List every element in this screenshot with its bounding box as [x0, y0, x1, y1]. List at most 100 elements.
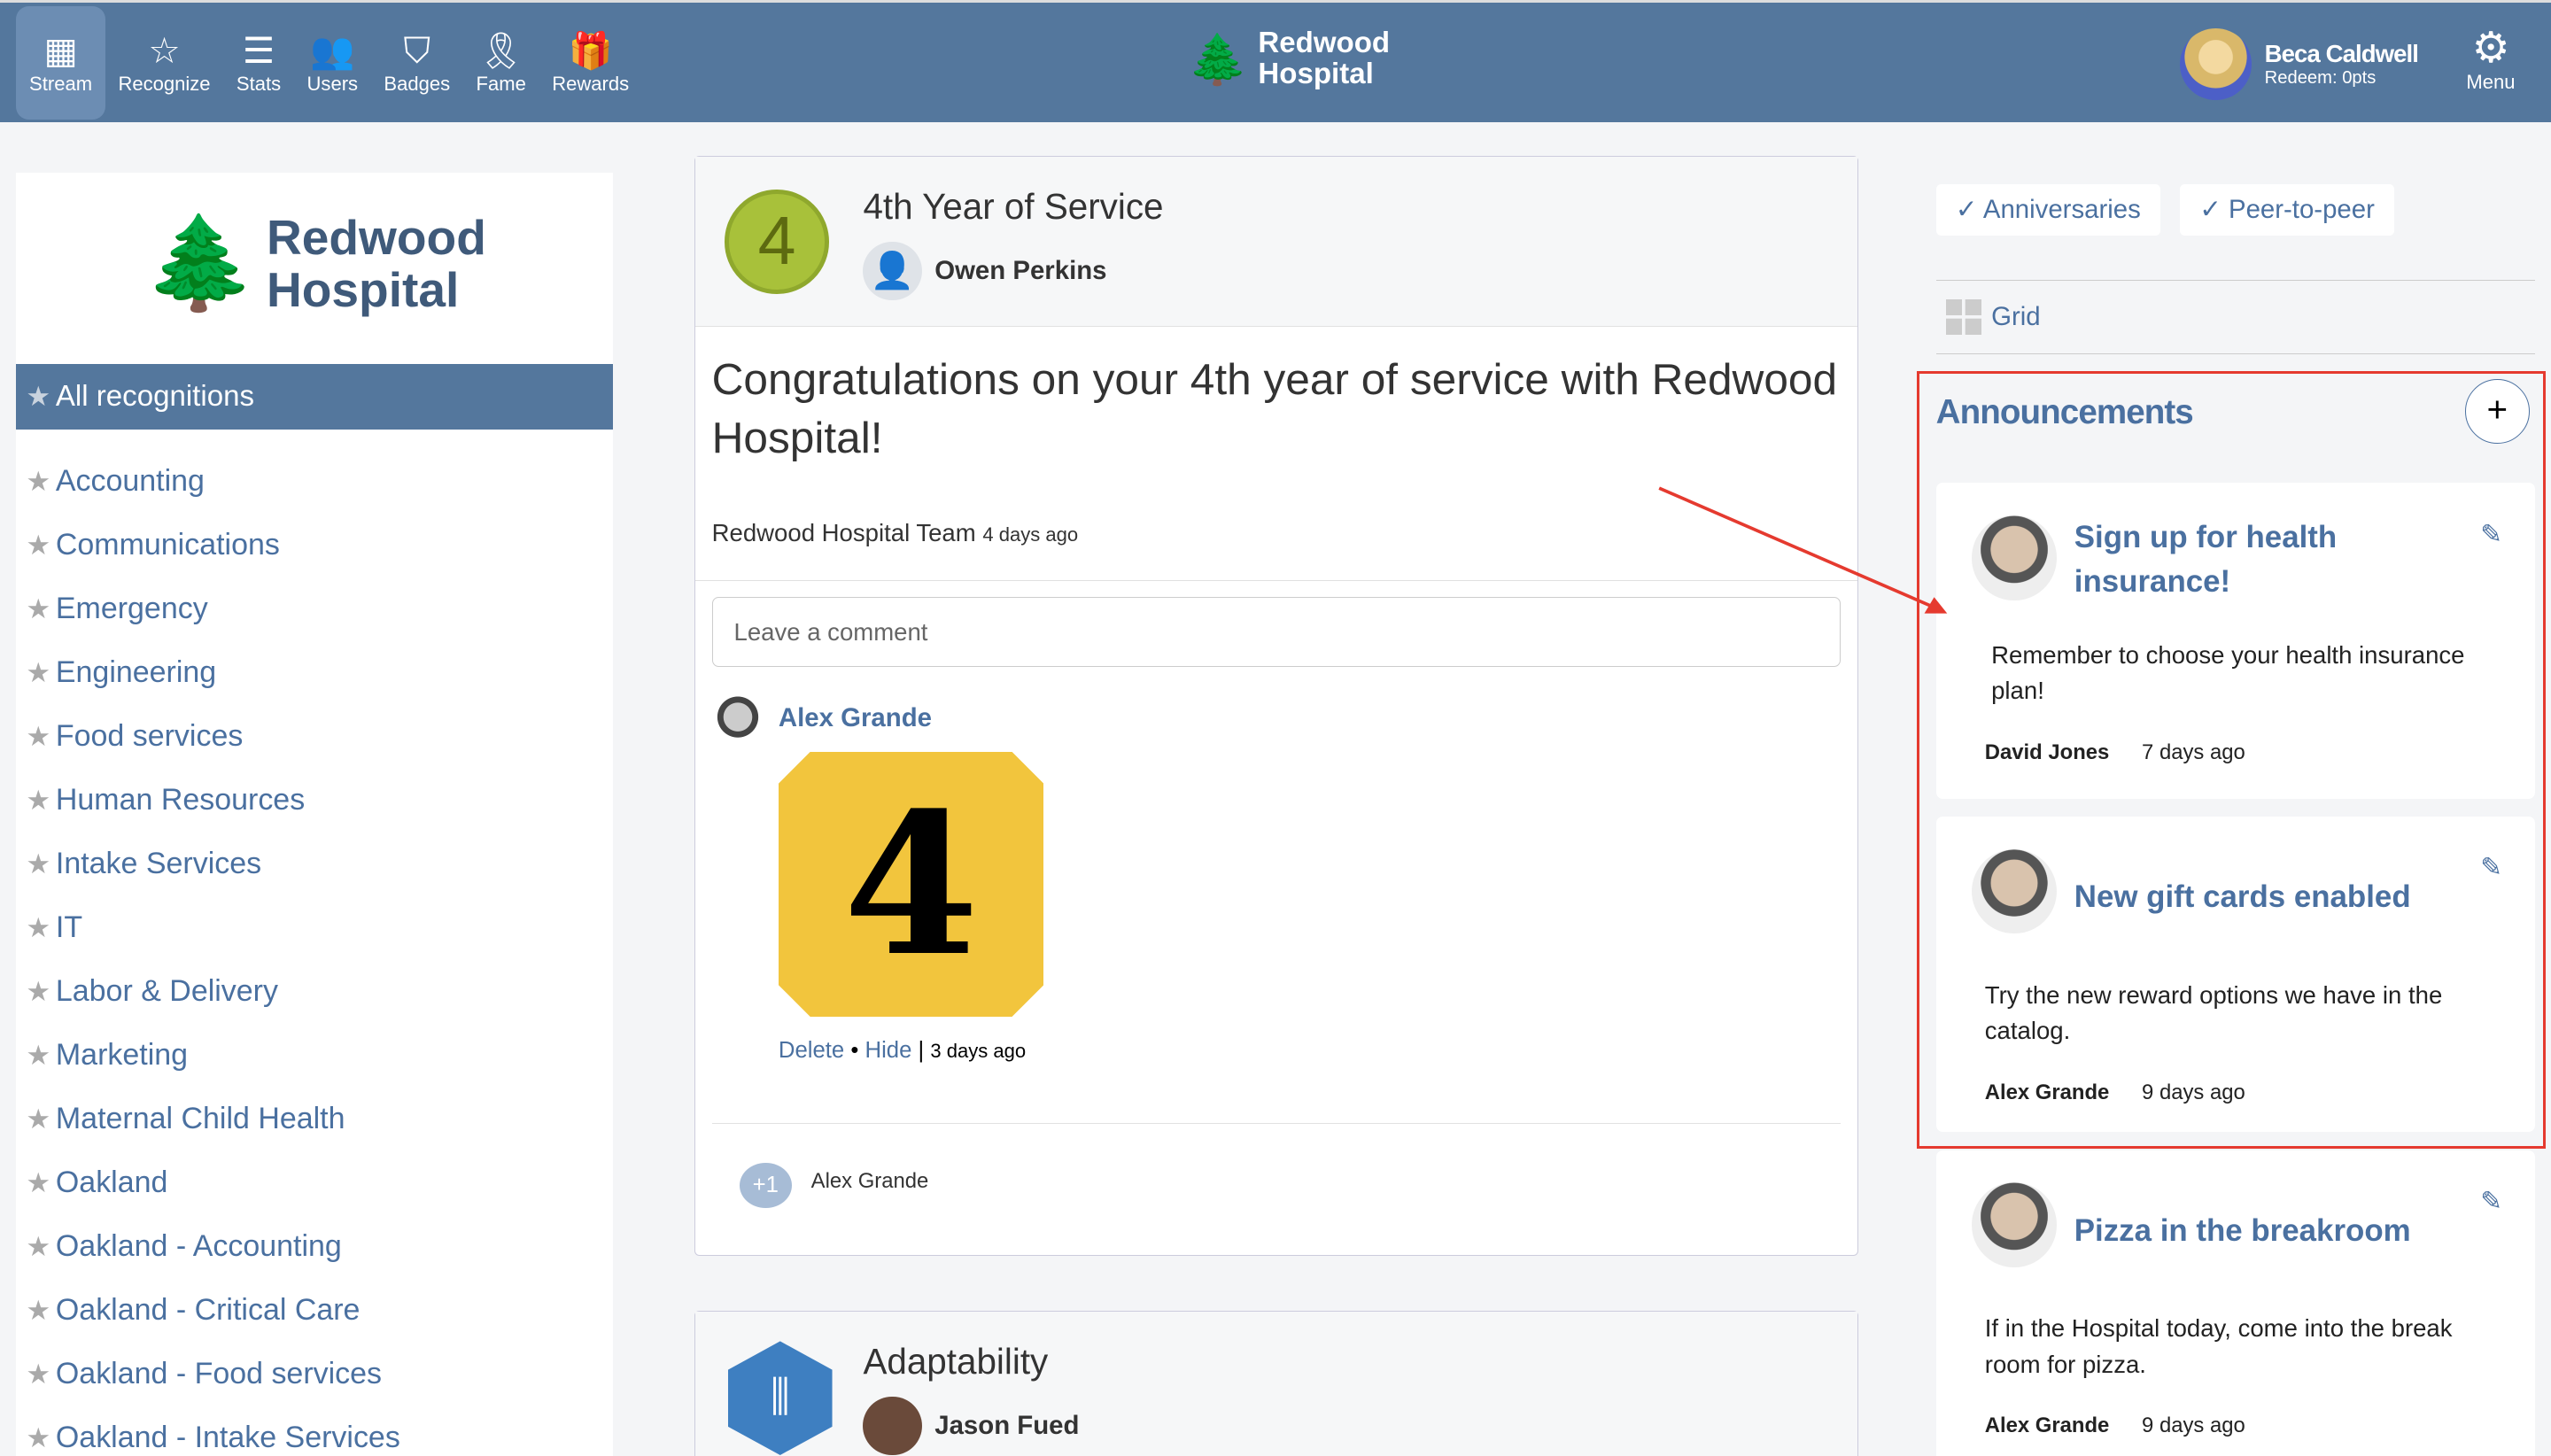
- sidebar-item-label: Oakland - Critical Care: [56, 1293, 361, 1327]
- sidebar-item[interactable]: ★Oakland - Food services: [16, 1342, 613, 1406]
- sidebar-item-label: Engineering: [56, 655, 216, 689]
- shield-icon: ⛉: [404, 30, 430, 73]
- author-avatar: [1972, 1182, 2057, 1267]
- star-icon: ★: [26, 1359, 50, 1390]
- sidebar-item[interactable]: ★Oakland - Intake Services: [16, 1406, 613, 1456]
- star-icon: ★: [26, 1104, 50, 1135]
- delete-link[interactable]: Delete: [779, 1038, 844, 1063]
- users-icon: 👥: [310, 30, 354, 73]
- sidebar-item-label: Labor & Delivery: [56, 974, 278, 1008]
- star-icon: ★: [26, 721, 50, 752]
- sidebar-item[interactable]: ★Marketing: [16, 1023, 613, 1087]
- divider: [1936, 280, 2535, 281]
- announcement-time: 9 days ago: [2142, 1413, 2245, 1437]
- menu-button[interactable]: ⚙Menu: [2466, 26, 2515, 94]
- nav-label: Users: [307, 73, 359, 96]
- recipient-name[interactable]: Jason Fued: [934, 1411, 1079, 1441]
- post-time: 4 days ago: [982, 523, 1078, 546]
- sidebar-item[interactable]: ★Intake Services: [16, 832, 613, 895]
- announcement-title[interactable]: Pizza in the breakroom: [2074, 1209, 2448, 1253]
- star-icon: ★: [26, 785, 50, 816]
- recognition-card: 4 4th Year of Service 👤 Owen Perkins Cong…: [694, 156, 1857, 1256]
- sidebar-item-label: Accounting: [56, 464, 205, 498]
- sidebar: 🌲RedwoodHospital ★All recognitions ★Acco…: [16, 173, 613, 1456]
- image-number: 4: [843, 770, 979, 999]
- service-medal-icon: 4: [725, 190, 829, 294]
- comment-time: 3 days ago: [930, 1040, 1026, 1062]
- user-name: Beca Caldwell: [2265, 40, 2418, 68]
- sidebar-item[interactable]: ★Communications: [16, 513, 613, 577]
- adaptability-badge-icon: ⫼: [728, 1341, 833, 1455]
- gear-icon: ⚙: [2466, 26, 2515, 71]
- nav-fame[interactable]: 🎗Fame: [463, 6, 539, 120]
- sidebar-item[interactable]: ★Accounting: [16, 449, 613, 513]
- nav-stats[interactable]: ☰Stats: [223, 6, 294, 120]
- filter-peer-to-peer[interactable]: ✓ Peer-to-peer: [2180, 184, 2394, 236]
- highlight-box: [1917, 371, 2547, 1149]
- divider: [1936, 353, 2535, 354]
- sidebar-item-label: Emergency: [56, 592, 208, 625]
- menu-label: Menu: [2466, 71, 2515, 94]
- nav-label: Rewards: [552, 73, 629, 96]
- sidebar-item-label: Maternal Child Health: [56, 1102, 345, 1135]
- recipient-avatar: [863, 1397, 921, 1455]
- avatar: [2180, 28, 2252, 100]
- annotation-arrow: [1651, 480, 1960, 626]
- header-logo[interactable]: 🌲RedwoodHospital: [1188, 28, 1390, 90]
- plus-one-button[interactable]: +1: [740, 1163, 792, 1208]
- star-icon: ☆: [148, 30, 180, 73]
- sidebar-item-label: Communications: [56, 528, 280, 561]
- star-icon: ★: [26, 1295, 50, 1326]
- sidebar-item[interactable]: ★Oakland - Critical Care: [16, 1278, 613, 1342]
- recipient-name: Owen Perkins: [934, 256, 1106, 286]
- user-profile[interactable]: Beca CaldwellRedeem: 0pts: [2180, 28, 2418, 100]
- sidebar-item[interactable]: ★Maternal Child Health: [16, 1087, 613, 1150]
- sidebar-item[interactable]: ★Human Resources: [16, 768, 613, 832]
- sidebar-item[interactable]: ★Oakland: [16, 1150, 613, 1214]
- ribbon-icon: 🎗: [478, 30, 523, 73]
- nav-recognize[interactable]: ☆Recognize: [105, 6, 223, 120]
- recognition-card: ⫼ Adaptability Jason Fued: [694, 1311, 1857, 1455]
- nav-badges[interactable]: ⛉Badges: [371, 6, 463, 120]
- nav-label: Badges: [384, 73, 450, 96]
- post-author: Redwood Hospital Team: [712, 519, 976, 546]
- star-icon: ★: [26, 657, 50, 688]
- nav-users[interactable]: 👥Users: [294, 6, 371, 120]
- sidebar-item-label: Marketing: [56, 1038, 188, 1072]
- star-icon: ★: [26, 1231, 50, 1262]
- sidebar-item-all-recognitions[interactable]: ★All recognitions: [16, 364, 613, 429]
- sidebar-item[interactable]: ★Labor & Delivery: [16, 959, 613, 1023]
- nav-label: Stats: [236, 73, 281, 96]
- nav-label: Stream: [29, 73, 92, 96]
- pencil-icon[interactable]: ✎: [2480, 1186, 2502, 1217]
- tree-icon: 🌲: [143, 237, 257, 290]
- card-message: Congratulations on your 4th year of serv…: [695, 327, 1857, 467]
- sidebar-item[interactable]: ★Food services: [16, 704, 613, 768]
- filter-anniversaries[interactable]: ✓ Anniversaries: [1936, 184, 2160, 236]
- brand-line1: Redwood: [267, 212, 486, 264]
- commenter-name[interactable]: Alex Grande: [779, 703, 932, 733]
- recipient[interactable]: 👤 Owen Perkins: [863, 242, 1106, 300]
- sidebar-item[interactable]: ★Emergency: [16, 577, 613, 640]
- star-icon: ★: [26, 1040, 50, 1071]
- card-title: 4th Year of Service: [863, 186, 1163, 228]
- sidebar-item-label: Oakland - Accounting: [56, 1229, 342, 1263]
- plus-one-user: Alex Grande: [811, 1169, 929, 1194]
- sidebar-item-label: Intake Services: [56, 847, 261, 880]
- user-icon: 👤: [863, 242, 921, 300]
- announcement-author: Alex Grande: [1985, 1413, 2110, 1437]
- nav-stream[interactable]: ▦Stream: [16, 6, 105, 120]
- hide-link[interactable]: Hide: [865, 1038, 912, 1063]
- sidebar-item-label: All recognitions: [56, 380, 254, 413]
- star-icon: ★: [26, 912, 50, 943]
- nav-rewards[interactable]: 🎁Rewards: [539, 6, 642, 120]
- commenter-avatar: [712, 696, 764, 748]
- grid-label: Grid: [1991, 302, 2041, 332]
- star-icon: ★: [26, 381, 50, 412]
- redeem-points: Redeem: 0pts: [2265, 68, 2418, 89]
- sidebar-item-label: IT: [56, 910, 82, 944]
- grid-toggle[interactable]: Grid: [1946, 299, 2041, 335]
- sidebar-item[interactable]: ★IT: [16, 895, 613, 959]
- sidebar-item[interactable]: ★Engineering: [16, 640, 613, 704]
- sidebar-item[interactable]: ★Oakland - Accounting: [16, 1214, 613, 1278]
